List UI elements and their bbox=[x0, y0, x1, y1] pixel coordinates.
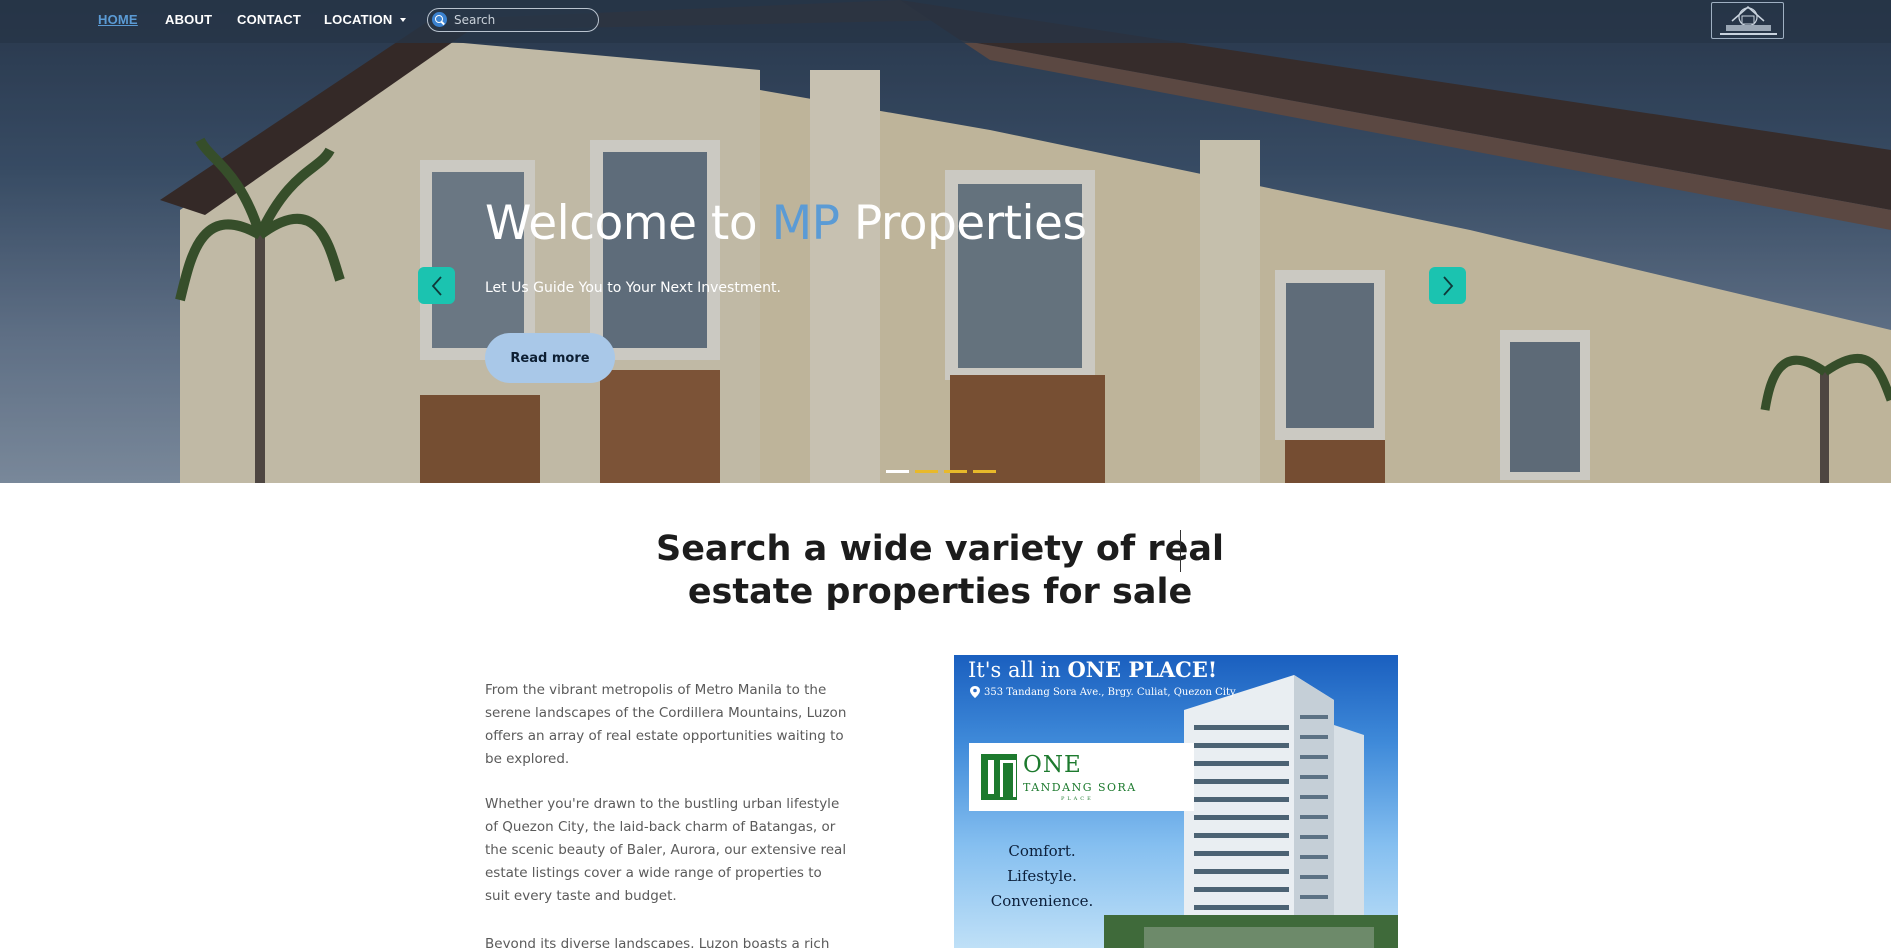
ad-headline-bold: ONE PLACE! bbox=[1067, 657, 1218, 682]
intro-paragraph-3: Beyond its diverse landscapes, Luzon boa… bbox=[485, 936, 830, 948]
hero-title: Welcome to MP Properties bbox=[485, 196, 1087, 251]
nav-location-link[interactable]: LOCATION bbox=[324, 12, 393, 27]
read-more-button[interactable]: Read more bbox=[485, 333, 615, 383]
nav-home-link[interactable]: HOME bbox=[98, 12, 138, 27]
search-box bbox=[427, 8, 599, 32]
ad-brand-logo: ONE TANDANG SORA PLACE bbox=[969, 743, 1194, 811]
hero-title-suffix: Properties bbox=[839, 196, 1087, 251]
map-pin-icon bbox=[970, 686, 980, 698]
carousel-dot-3[interactable] bbox=[944, 470, 967, 473]
section-heading-line-1: Search a wide variety of real bbox=[655, 529, 1224, 569]
chevron-right-icon bbox=[1442, 275, 1453, 296]
logo-house-icon bbox=[1720, 6, 1777, 35]
chevron-left-icon bbox=[431, 275, 442, 296]
ad-brand-sub: TANDANG SORA bbox=[1023, 781, 1137, 794]
ad-taglines: Comfort. Lifestyle. Convenience. bbox=[972, 839, 1112, 914]
hero-carousel: Welcome to MP Properties Let Us Guide Yo… bbox=[0, 0, 1891, 483]
ad-headline-prefix: It's all in bbox=[968, 658, 1068, 682]
hero-subtitle: Let Us Guide You to Your Next Investment… bbox=[485, 280, 781, 296]
section-heading-line-2: estate properties for sale bbox=[687, 572, 1193, 612]
carousel-dot-1[interactable] bbox=[886, 470, 909, 473]
hero-title-prefix: Welcome to bbox=[485, 196, 772, 251]
search-input[interactable] bbox=[454, 11, 592, 29]
nav-contact-link[interactable]: CONTACT bbox=[237, 12, 301, 27]
carousel-dot-4[interactable] bbox=[973, 470, 996, 473]
section-heading: Search a wide variety of real estate pro… bbox=[560, 528, 1320, 614]
text-cursor bbox=[1180, 530, 1181, 572]
ad-address: 353 Tandang Sora Ave., Brgy. Culiat, Que… bbox=[984, 687, 1236, 698]
nav-about-link[interactable]: ABOUT bbox=[165, 12, 212, 27]
ad-tagline-convenience: Convenience. bbox=[990, 892, 1094, 910]
top-navbar: HOME ABOUT CONTACT LOCATION bbox=[0, 0, 1891, 43]
brand-mark-icon bbox=[981, 754, 1017, 800]
site-logo[interactable] bbox=[1711, 2, 1784, 39]
carousel-dot-2[interactable] bbox=[915, 470, 938, 473]
property-ad-banner[interactable]: It's all in ONE PLACE! 353 Tandang Sora … bbox=[954, 655, 1398, 948]
hero-title-accent: MP bbox=[771, 196, 840, 251]
ad-tagline-lifestyle: Lifestyle. bbox=[1007, 867, 1077, 885]
ad-tagline-comfort: Comfort. bbox=[1008, 842, 1076, 860]
chevron-down-icon[interactable] bbox=[400, 18, 406, 22]
search-icon[interactable] bbox=[432, 12, 447, 27]
ad-headline: It's all in ONE PLACE! bbox=[968, 657, 1217, 682]
carousel-prev-button[interactable] bbox=[418, 267, 455, 304]
intro-paragraph-1: From the vibrant metropolis of Metro Man… bbox=[485, 682, 847, 767]
intro-paragraph-2: Whether you're drawn to the bustling urb… bbox=[485, 796, 847, 904]
ad-brand-place: PLACE bbox=[1061, 796, 1094, 802]
carousel-next-button[interactable] bbox=[1429, 267, 1466, 304]
ad-brand-one: ONE bbox=[1023, 752, 1082, 778]
